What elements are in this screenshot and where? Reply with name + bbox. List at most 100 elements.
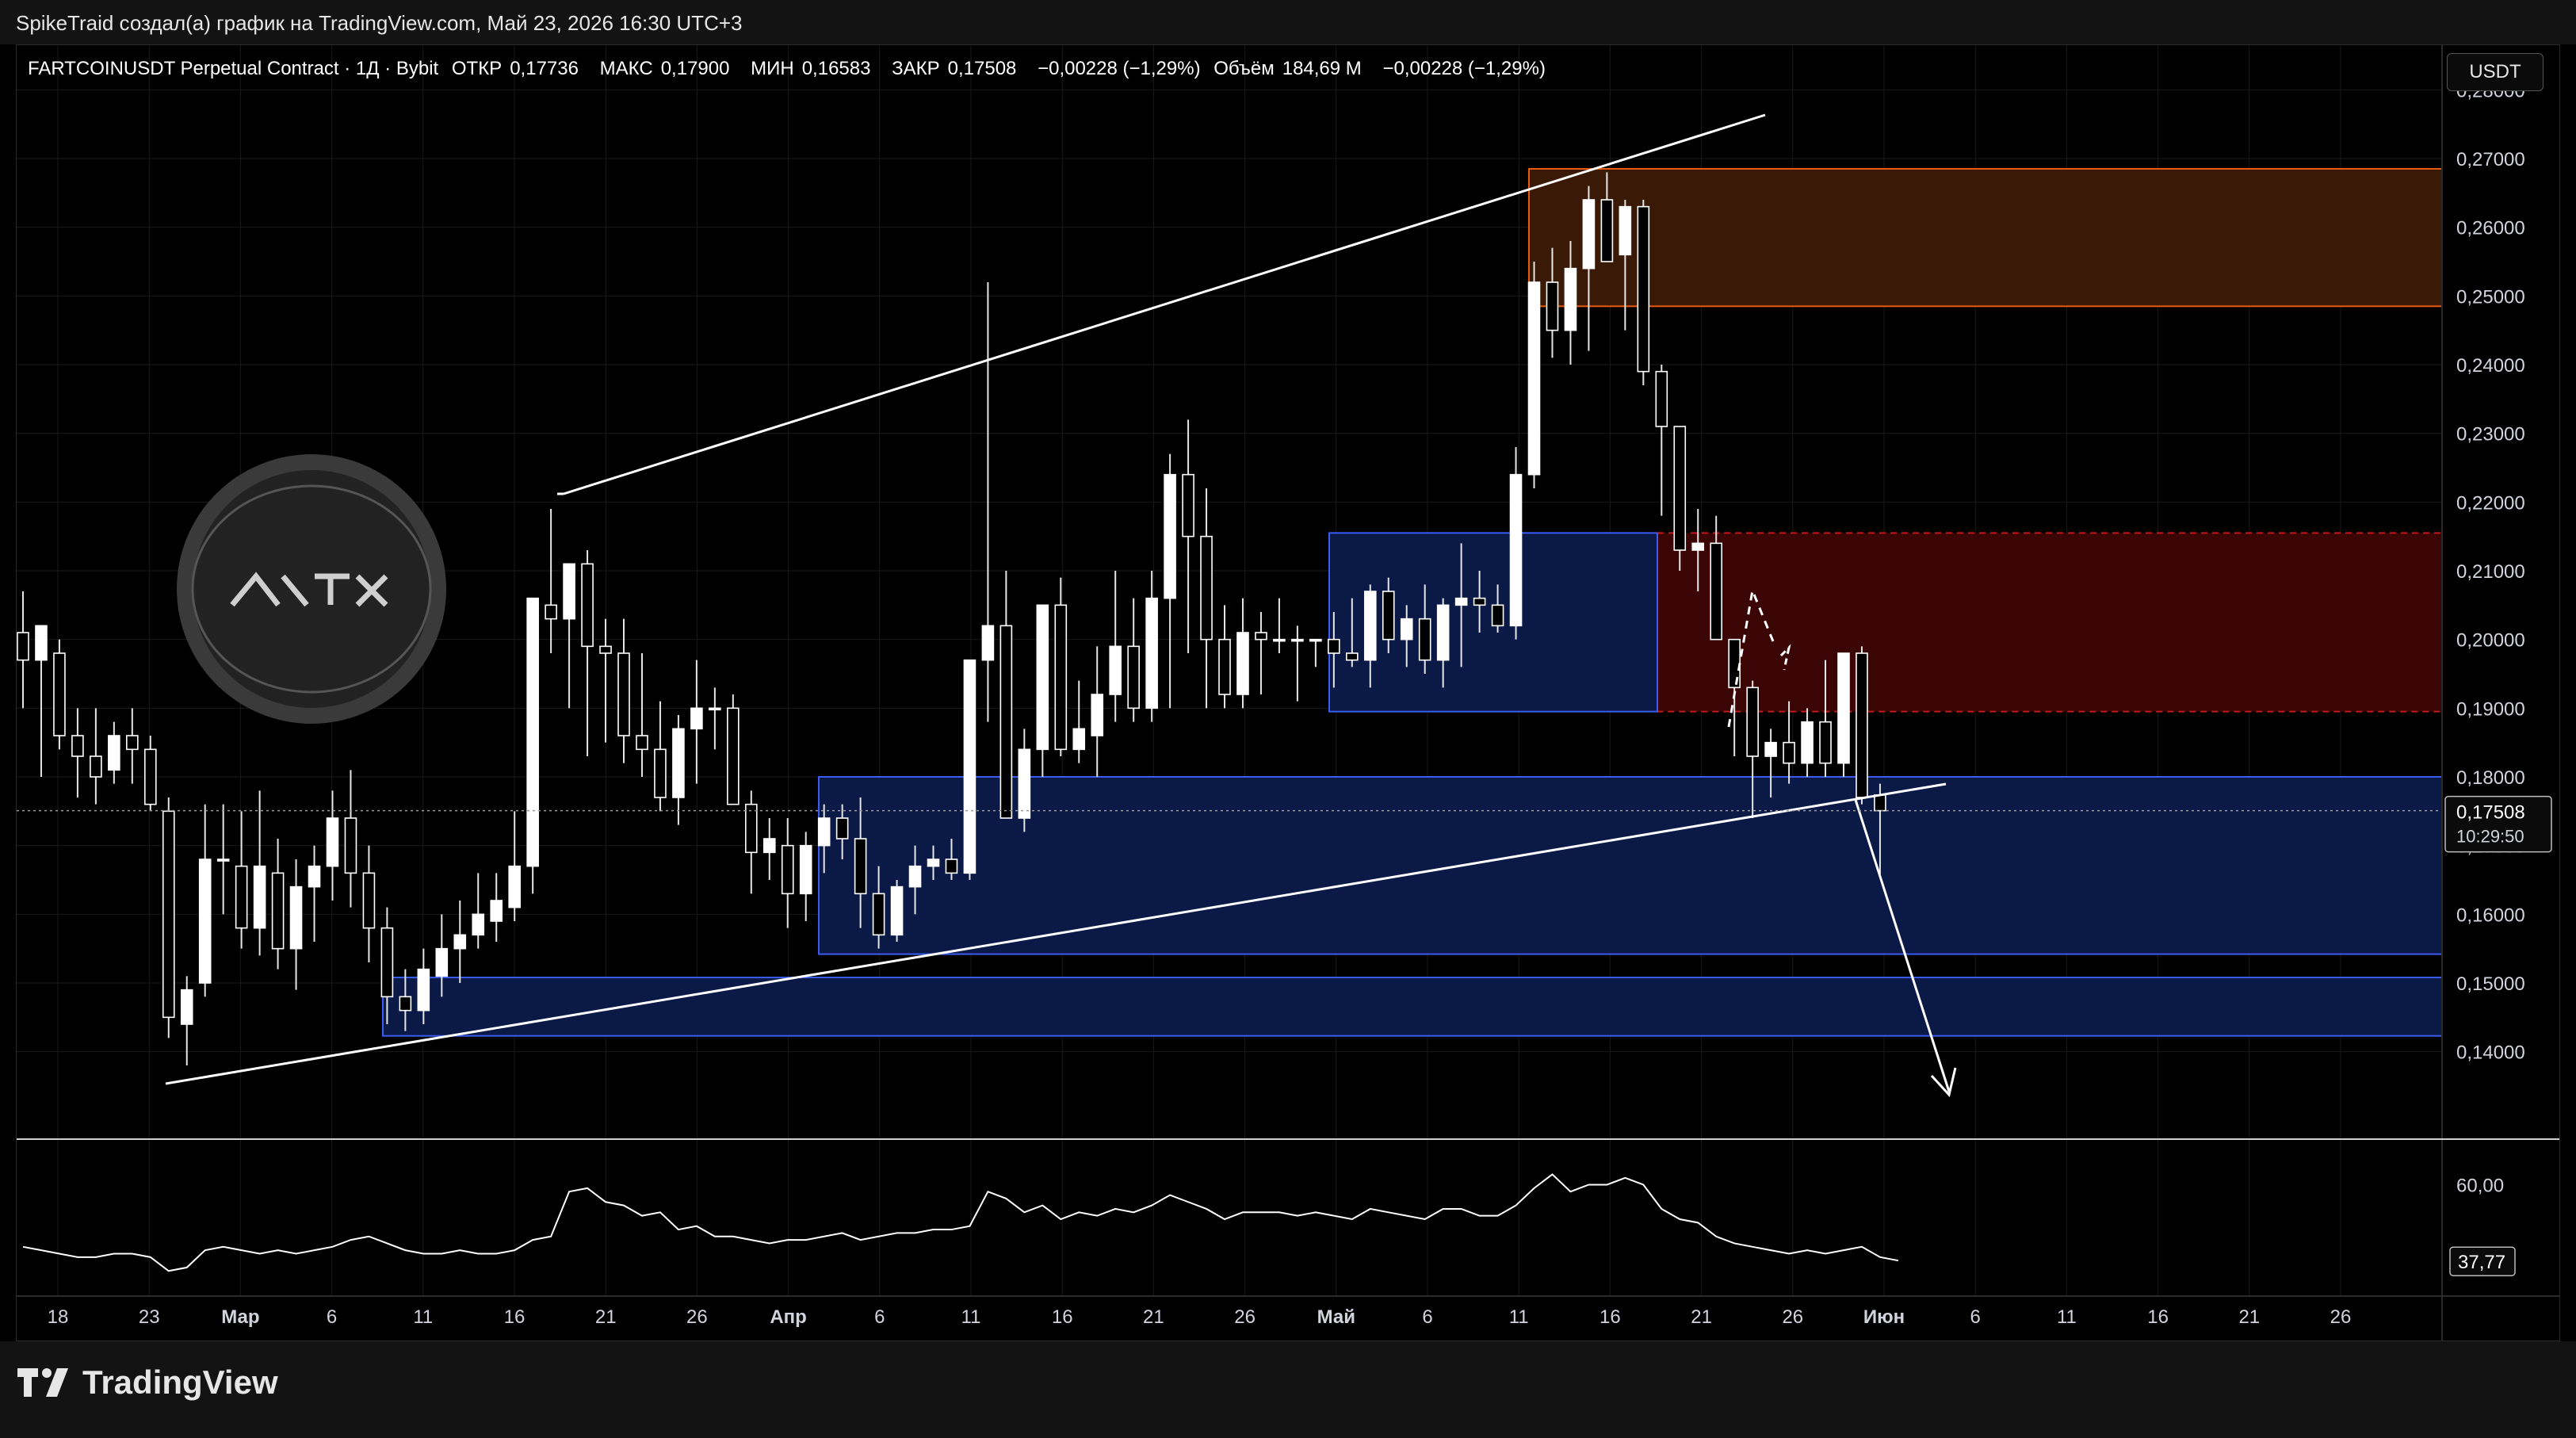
candle-up: [1273, 638, 1286, 642]
candle-down: [744, 803, 758, 854]
candle-down: [1637, 205, 1650, 373]
ohlc-low: МИН 0,16583: [751, 58, 871, 79]
candle-down: [781, 844, 794, 895]
blue-zone-bottom: [382, 977, 2443, 1037]
price-tick-label: 0,25000: [2456, 286, 2525, 308]
candle-up: [1582, 199, 1596, 270]
candle-up: [508, 865, 521, 908]
indicator-last-value: 37,77: [2458, 1252, 2505, 1273]
resistance-zone-orange: [1528, 168, 2443, 308]
candle-down: [727, 707, 740, 805]
price-tick-label: 0,27000: [2456, 149, 2525, 170]
candle-up: [799, 844, 812, 895]
currency-button[interactable]: USDT: [2447, 53, 2544, 91]
candle-up: [563, 563, 575, 620]
candle-down: [835, 817, 849, 839]
time-tick-label: 11: [961, 1306, 981, 1328]
candle-up: [216, 859, 230, 862]
candle-up: [1236, 632, 1249, 695]
tradingview-logo[interactable]: TradingView: [17, 1363, 278, 1402]
top-bar: SpikeTraid создал(а) график на TradingVi…: [0, 0, 2576, 44]
chart-container[interactable]: 0,280000,270000,260000,250000,240000,230…: [16, 44, 2560, 1341]
time-tick-label: 11: [1509, 1306, 1529, 1328]
time-tick-label: 11: [413, 1306, 433, 1328]
candle-down: [1473, 597, 1486, 606]
candle-up: [308, 865, 321, 888]
candle-up: [1363, 591, 1377, 661]
candle-up: [1764, 741, 1777, 757]
candle-down: [1856, 652, 1868, 798]
last-price-label: 0,17508: [2456, 802, 2525, 824]
candle-up: [1164, 473, 1176, 599]
candle-up: [108, 735, 120, 771]
time-tick-label: 26: [686, 1306, 708, 1328]
candle-up: [709, 707, 721, 711]
price-tick-label: 0,15000: [2456, 973, 2525, 995]
red-zone: [1657, 532, 2443, 713]
candle-down: [872, 893, 885, 936]
time-tick-label: 16: [2147, 1306, 2169, 1328]
time-tick-label: 23: [139, 1306, 160, 1328]
time-tick-label: 21: [2238, 1306, 2260, 1328]
candle-up: [326, 817, 339, 867]
time-tick-label: 6: [874, 1306, 885, 1328]
candle-up: [1436, 604, 1450, 661]
price-tick-label: 0,14000: [2456, 1042, 2525, 1064]
time-tick-label: 21: [595, 1306, 617, 1328]
candle-down: [1710, 542, 1723, 641]
ohlc-open: ОТКР 0,17736: [451, 58, 579, 79]
candle-down: [162, 810, 175, 1019]
candle-down: [380, 927, 394, 998]
logo-inner: [193, 470, 430, 708]
candle-down: [1874, 794, 1886, 812]
fartcoin-logo: [177, 454, 446, 724]
chart-credit: SpikeTraid создал(а) график на TradingVi…: [16, 11, 743, 35]
candle-down: [126, 735, 139, 751]
candle-up: [253, 865, 266, 929]
candle-down: [545, 604, 557, 620]
candle-down: [945, 859, 958, 874]
time-tick-label: 16: [504, 1306, 526, 1328]
candle-down: [999, 625, 1013, 819]
candle-up: [289, 885, 303, 950]
price-tick-label: 0,21000: [2456, 561, 2525, 583]
candle-down: [1746, 686, 1759, 757]
candle-down: [271, 872, 285, 950]
candle-up: [198, 859, 212, 984]
time-tick-label: Июн: [1863, 1306, 1905, 1328]
symbol-legend: FARTCOINUSDT Perpetual Contract · 1Д · B…: [28, 58, 1554, 80]
candle-up: [1527, 281, 1541, 476]
candle-up: [1509, 473, 1523, 627]
ohlc-close: ЗАКР 0,17508: [892, 58, 1017, 79]
candle-up: [817, 817, 831, 847]
time-tick-label: 26: [1782, 1306, 1803, 1328]
candle-up: [890, 885, 904, 936]
candle-down: [1655, 370, 1668, 427]
price-tick-label: 0,18000: [2456, 767, 2525, 789]
candle-down: [1218, 638, 1231, 695]
time-tick-label: Апр: [770, 1306, 807, 1328]
candle-down: [1491, 604, 1504, 627]
candle-down: [235, 865, 248, 929]
time-tick-label: 21: [1143, 1306, 1164, 1328]
candle-up: [1036, 604, 1049, 751]
candle-down: [1600, 199, 1614, 262]
candle-up: [690, 707, 703, 730]
candle-down: [599, 645, 612, 654]
candle-up: [1309, 638, 1322, 642]
time-tick-label: 16: [1599, 1306, 1621, 1328]
candle-down: [1418, 618, 1431, 661]
candle-down: [362, 872, 376, 929]
price-tick-label: 0,19000: [2456, 698, 2525, 720]
price-tick-label: 0,16000: [2456, 904, 2525, 926]
blue-zone-low: [818, 776, 2443, 955]
price-tick-label: 0,24000: [2456, 355, 2525, 377]
price-chart[interactable]: 0,280000,270000,260000,250000,240000,230…: [17, 45, 2559, 1340]
time-axis: 18 23 Мар 6 11 16 21 26 Апр 6 11 16 21 26 Май 6 11 16 21 26…: [17, 1295, 2559, 1328]
candle-up: [963, 659, 977, 874]
time-tick-label: 6: [1970, 1306, 1981, 1328]
time-tick-label: 6: [327, 1306, 337, 1328]
indicator-tick-label: 60,00: [2456, 1176, 2504, 1197]
time-tick-label: 18: [48, 1306, 69, 1328]
candle-up: [1564, 267, 1577, 331]
